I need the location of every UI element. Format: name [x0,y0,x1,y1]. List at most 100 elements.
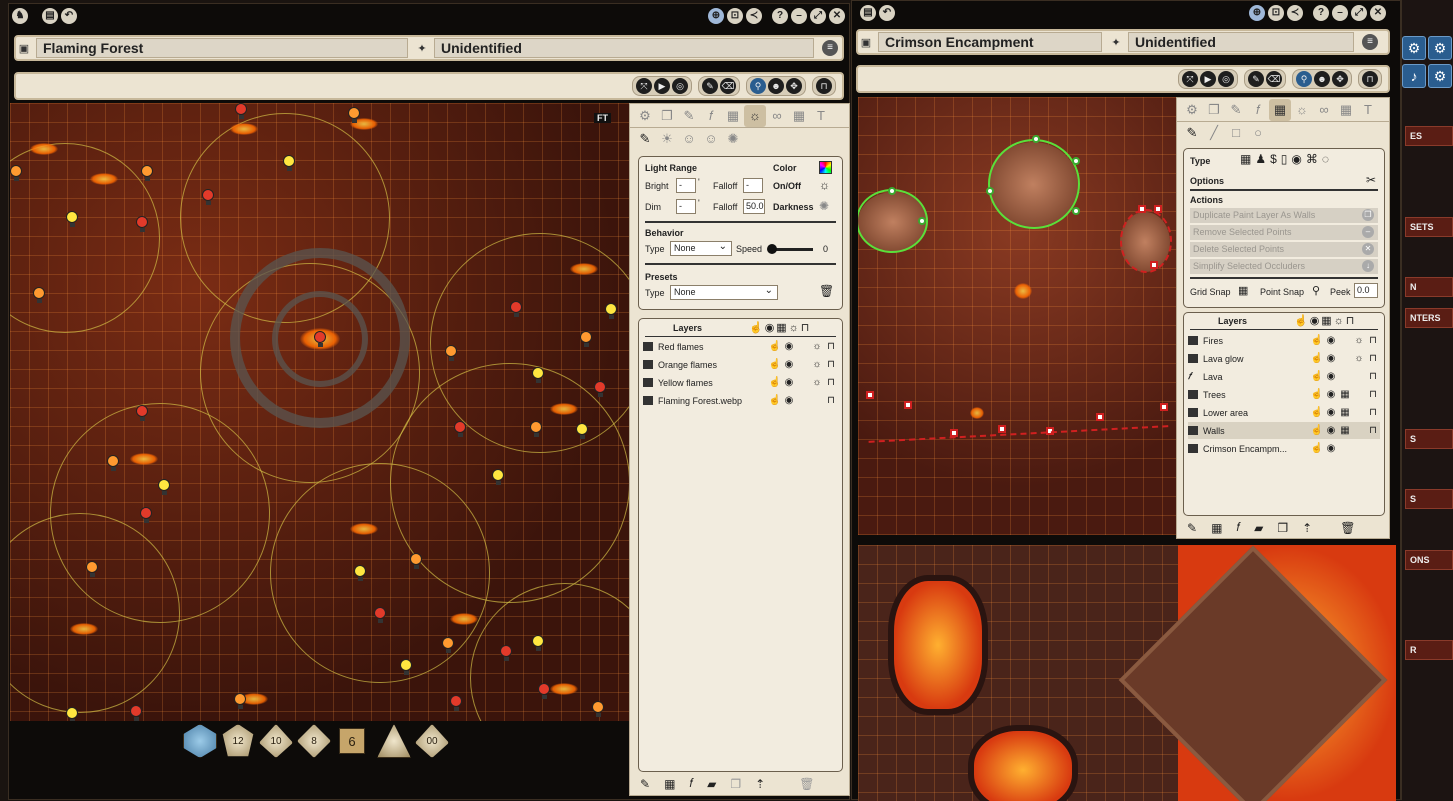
point-snap-icon[interactable]: ⚲ [1312,284,1320,297]
rect-icon[interactable]: □ [1225,122,1247,144]
d12-die[interactable]: 12 [222,724,254,757]
light-source[interactable] [202,189,214,205]
layer-link-icon[interactable]: ☝ [1310,425,1324,436]
layer-lock-icon[interactable]: ⊓ [1366,425,1380,436]
light-source[interactable] [454,421,466,437]
simplify-occluders-button[interactable]: Simplify Selected Occluders ↓ [1190,259,1378,274]
layer-row-selected[interactable]: Walls ☝ ◉ ▦ ⊓ [1188,422,1380,439]
nonid-name-field[interactable]: Unidentified [1128,32,1354,52]
light-source[interactable] [33,287,45,303]
light-user-icon[interactable]: ☺ [700,128,722,150]
menu-icon[interactable]: ≡ [822,40,838,56]
light-source[interactable] [450,695,462,711]
export-icon[interactable]: ⇡ [1302,521,1312,535]
layer-row[interactable]: Lower area ☝ ◉ ▦ ⊓ [1188,404,1380,421]
wall-point[interactable] [1154,205,1162,213]
color-swatch[interactable] [819,161,832,174]
grid-snap-icon[interactable]: ▦ [1238,284,1248,297]
eraser-icon[interactable]: ⌫ [1266,71,1282,87]
light-source[interactable] [410,553,422,569]
light-source[interactable] [136,216,148,232]
light-source[interactable] [538,683,550,699]
layer-eye-icon[interactable]: ◉ [782,395,796,406]
back-icon[interactable]: ↶ [879,5,895,21]
remove-points-button[interactable]: Remove Selected Points – [1190,225,1378,240]
sidebar-tab[interactable]: N [1405,277,1453,297]
layer-lock-icon[interactable]: ⊓ [1366,353,1380,364]
layer-eye-icon[interactable]: ◉ [1324,389,1338,400]
trash-icon[interactable]: 🗑 [819,284,834,298]
tab-paint-icon[interactable]: ✎ [678,105,700,127]
layer-row[interactable]: Yellow flames ☝ ◉ ☼ ⊓ [643,374,838,391]
light-source[interactable] [136,405,148,421]
scissors-icon[interactable]: ✂ [1366,173,1376,187]
lock-icon[interactable]: ⊡ [727,8,743,24]
tab-fx-icon[interactable]: 𝑓 [1247,99,1269,121]
sidebar-tab[interactable]: R [1405,640,1453,660]
layer-eye-icon[interactable]: ◉ [1324,335,1338,346]
layer-link-icon[interactable]: ☝ [1310,389,1324,400]
falloff2-input[interactable]: 50.0 [743,199,765,214]
layer-lock-icon[interactable]: ⊓ [824,359,838,370]
minimize-icon[interactable]: – [1332,5,1348,21]
layer-eye-icon[interactable]: ◉ [1324,407,1338,418]
help-icon[interactable]: ? [1313,5,1329,21]
light-source[interactable] [510,301,522,317]
pencil-icon[interactable]: ✎ [1248,71,1264,87]
layer-row[interactable]: Fires ☝ ◉ ☼ ⊓ [1188,332,1380,349]
light-source[interactable] [530,421,542,437]
wall-point[interactable] [1138,205,1146,213]
folder-icon[interactable]: ▰ [1254,521,1263,535]
eraser-icon[interactable]: ⌫ [720,78,736,94]
layer-wall-icon[interactable]: ▦ [1338,407,1352,418]
wall-point[interactable] [1032,135,1040,143]
preset-type-select[interactable]: None [670,284,778,300]
layer-lock-icon[interactable]: ⊓ [824,395,838,406]
wall-point[interactable] [1072,157,1080,165]
pencil-icon[interactable]: ✎ [1181,122,1203,144]
grid-layer-icon[interactable]: ▦ [1211,521,1222,535]
circle-icon[interactable]: ○ [1247,122,1269,144]
pencil-icon[interactable]: ✎ [702,78,718,94]
sidebar-shortcut-icon[interactable]: ⚙ [1402,36,1426,60]
light-source[interactable] [500,645,512,661]
tab-tokens-icon[interactable]: ⚙ [1181,99,1203,121]
light-source[interactable] [234,693,246,709]
layer-lock-icon[interactable]: ⊓ [1366,371,1380,382]
light-source[interactable] [580,331,592,347]
light-source[interactable] [442,637,454,653]
light-source[interactable] [235,103,247,119]
light-source[interactable] [374,607,386,623]
flaming-forest-map[interactable]: FT [10,103,629,721]
sidebar-shortcut-icon[interactable]: ⚙ [1428,36,1452,60]
layer-link-icon[interactable]: ☝ [1310,335,1324,346]
nonid-name-field[interactable]: Unidentified [434,38,814,58]
layer-light-icon[interactable]: ☼ [810,359,824,370]
copy-icon[interactable]: ❐ [1277,521,1288,535]
light-source[interactable] [66,211,78,227]
export-icon[interactable]: ⇡ [755,777,765,791]
tab-text-icon[interactable]: T [1357,99,1379,121]
tab-paint-icon[interactable]: ✎ [1225,99,1247,121]
layer-light-icon[interactable]: ☼ [1352,335,1366,346]
menu-icon[interactable]: ≡ [1362,34,1378,50]
layer-light-icon[interactable]: ☼ [810,341,824,352]
layer-link-icon[interactable]: ☝ [768,341,782,352]
sidebar-tab[interactable]: SETS [1405,217,1453,237]
tab-fx-icon[interactable]: 𝑓 [700,105,722,127]
layer-lock-icon[interactable]: ⊓ [824,341,838,352]
light-people-icon[interactable]: ☺ [678,128,700,150]
add-layer-icon[interactable]: ✎ [640,777,650,791]
tab-vision-icon[interactable]: ∞ [766,105,788,127]
fx-layer-icon[interactable]: 𝑓 [1236,520,1240,535]
layer-light-icon[interactable]: ☼ [810,377,824,388]
d6-die[interactable]: 6 [339,728,365,754]
light-source[interactable] [130,705,142,721]
folder-icon[interactable]: ▰ [707,777,716,791]
layer-lock-icon[interactable]: ⊓ [1366,389,1380,400]
line-icon[interactable]: ╱ [1203,122,1225,144]
wall-point[interactable] [1150,261,1158,269]
lava-chamber-map[interactable] [858,545,1396,801]
layer-link-icon[interactable]: ☝ [1310,443,1324,454]
party-icon[interactable]: ♞ [12,8,28,24]
